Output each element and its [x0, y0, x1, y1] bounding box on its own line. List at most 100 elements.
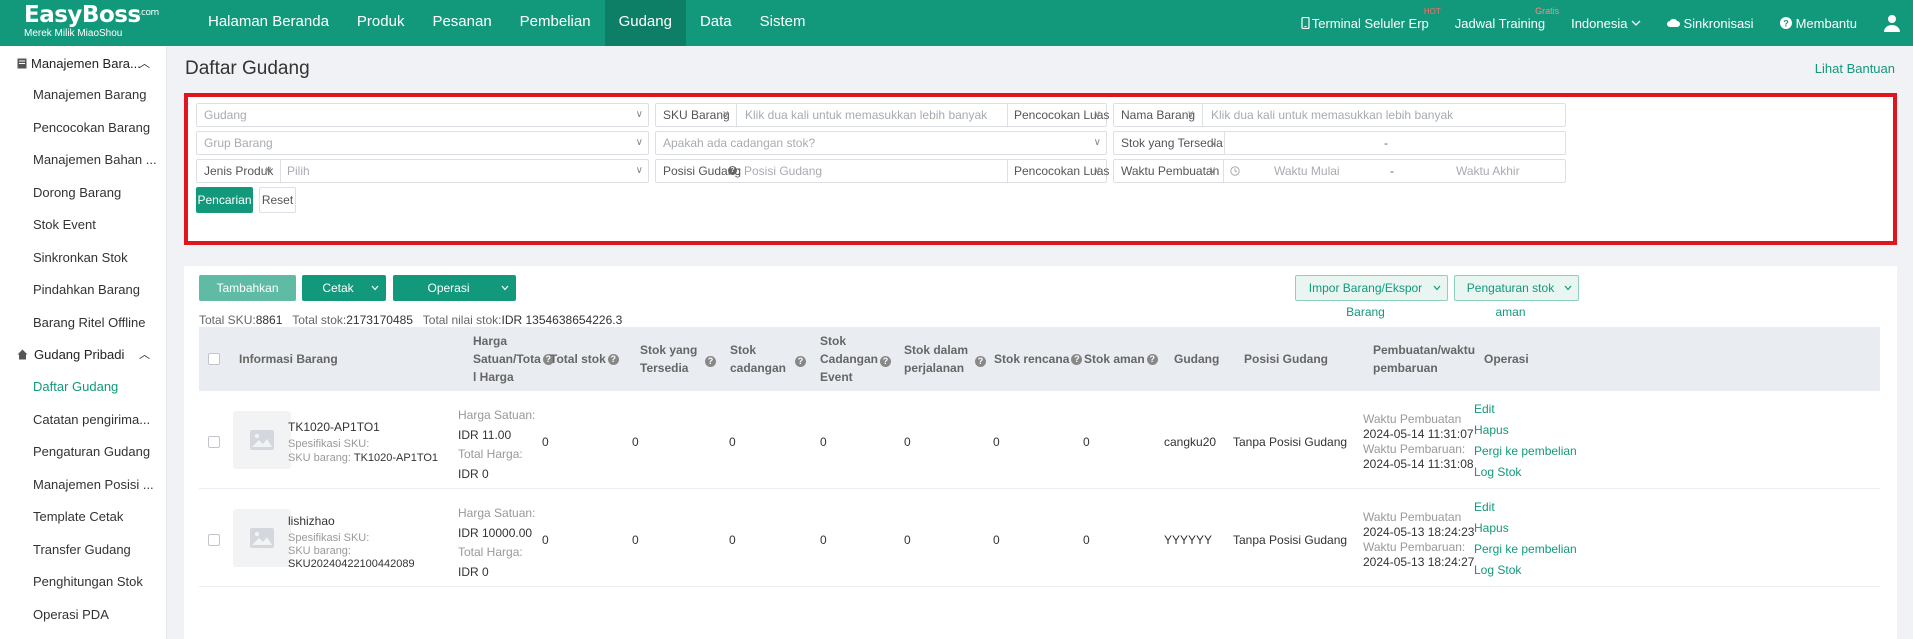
stock-log-link[interactable]: Log Stok: [1474, 462, 1521, 482]
logo[interactable]: EasyBoss.com Merek Milik MiaoShou: [24, 3, 161, 40]
divider: [1007, 104, 1008, 126]
question-circle-icon[interactable]: ?: [728, 166, 737, 175]
product-group-select[interactable]: Grup Barang ∨: [196, 131, 649, 155]
end-time-input[interactable]: Waktu Akhir: [1456, 160, 1520, 182]
edit-link[interactable]: Edit: [1474, 497, 1495, 517]
edit-link[interactable]: Edit: [1474, 399, 1495, 419]
sidebar-item-product-matching[interactable]: Pencocokan Barang: [0, 112, 166, 145]
name-type-select[interactable]: Nama Barang: [1121, 104, 1195, 126]
sidebar-item-offline-retail[interactable]: Barang Ritel Offline: [0, 307, 166, 340]
sku-input[interactable]: Klik dua kali untuk memasukkan lebih ban…: [745, 104, 987, 126]
sidebar-item-pda-operation[interactable]: Operasi PDA: [0, 599, 166, 632]
sidebar-item-stock-count[interactable]: Penghitungan Stok: [0, 566, 166, 599]
training-link[interactable]: Jadwal Training Gratis: [1455, 6, 1559, 31]
date-separator: -: [1390, 164, 1394, 178]
chevron-down-icon: ∨: [1209, 165, 1217, 176]
warehouse-select[interactable]: Gudang ∨: [196, 103, 649, 127]
help-menu[interactable]: ? Membantu: [1779, 16, 1857, 31]
header-operations: Operasi: [1484, 352, 1529, 366]
sidebar-item-warehouse-list[interactable]: Daftar Gudang: [0, 371, 166, 404]
sidebar-item-print-template[interactable]: Template Cetak: [0, 501, 166, 534]
select-all-checkbox[interactable]: [208, 353, 220, 365]
chevron-down-icon: [1632, 20, 1641, 26]
search-button[interactable]: Pencarian: [196, 187, 253, 213]
stock-log-link[interactable]: Log Stok: [1474, 560, 1521, 580]
sidebar-item-sync-stock[interactable]: Sinkronkan Stok: [0, 242, 166, 275]
brand-name: EasyBoss: [24, 2, 141, 28]
product-type-select[interactable]: Pilih: [287, 160, 310, 182]
total-value-label: Total nilai stok:: [422, 313, 502, 327]
chevron-down-icon: [1564, 285, 1572, 291]
row-checkbox[interactable]: [208, 534, 220, 546]
product-image: [233, 411, 291, 469]
question-circle-icon[interactable]: ?: [607, 354, 619, 366]
nav-system[interactable]: Sistem: [746, 0, 820, 46]
question-circle-icon[interactable]: ?: [1146, 354, 1158, 366]
import-export-button[interactable]: Impor Barang/Ekspor Barang: [1295, 275, 1448, 319]
nav-data[interactable]: Data: [686, 0, 746, 46]
position-input[interactable]: Posisi Gudang: [744, 160, 822, 182]
language-selector[interactable]: Indonesia: [1571, 16, 1641, 31]
nav-warehouse[interactable]: Gudang: [604, 0, 686, 46]
brand-tagline: Merek Milik MiaoShou: [24, 28, 123, 39]
brand-sup: .com: [138, 8, 160, 18]
header-reserved-line2: cadangan: [730, 361, 787, 375]
sync-link[interactable]: Sinkronisasi: [1667, 16, 1754, 31]
language-label: Indonesia: [1571, 15, 1628, 31]
question-circle-icon[interactable]: ?: [880, 356, 891, 367]
available-stock: 0: [632, 435, 639, 449]
nav-purchases[interactable]: Pembelian: [506, 0, 605, 46]
more-operations-button[interactable]: Operasi Selengkapnya: [393, 275, 516, 319]
sidebar-item-move-product[interactable]: Pindahkan Barang: [0, 274, 166, 307]
sidebar-group-product-management[interactable]: Manajemen Bara... ︿: [0, 49, 166, 79]
row-checkbox[interactable]: [208, 436, 220, 448]
total-price: IDR 0: [458, 565, 489, 579]
top-bar: EasyBoss.com Merek Milik MiaoShou Halama…: [0, 0, 1913, 46]
sku-value: TK1020-AP1TO1: [353, 452, 439, 464]
header-total-stock: Total stok?: [550, 350, 619, 368]
question-circle-icon: ?: [1779, 17, 1792, 29]
unit-price: IDR 10000.00: [458, 526, 533, 540]
chevron-down-icon: ∨: [1210, 137, 1218, 148]
sidebar-item-push-product[interactable]: Dorong Barang: [0, 177, 166, 210]
sidebar-item-material-management[interactable]: Manajemen Bahan ...: [0, 144, 166, 177]
sku-type-select[interactable]: SKU Barang: [663, 104, 730, 126]
add-product-button[interactable]: Tambahkan Barang: [199, 275, 296, 319]
product-sku: SKU barang: TK1020-AP1TO1: [288, 448, 438, 468]
delete-link[interactable]: Hapus: [1474, 420, 1509, 440]
sidebar-item-shipment-records[interactable]: Catatan pengirima...: [0, 404, 166, 437]
start-time-input[interactable]: Waktu Mulai: [1274, 160, 1340, 182]
unit-price-label: Harga Satuan:: [458, 506, 536, 520]
chevron-down-icon: [501, 285, 509, 291]
created-time-filter-group: Waktu Pembuatan ∨ Waktu Mulai - Waktu Ak…: [1113, 159, 1566, 183]
name-input[interactable]: Klik dua kali untuk memasukkan lebih ban…: [1211, 104, 1453, 126]
time-type-select[interactable]: Waktu Pembuatan: [1121, 160, 1219, 182]
go-to-purchase-link[interactable]: Pergi ke pembelian: [1474, 539, 1577, 559]
sidebar-item-event-stock[interactable]: Stok Event: [0, 209, 166, 242]
table-panel: Tambahkan Barang Cetak Massal Operasi Se…: [184, 266, 1897, 639]
sidebar-item-position-management[interactable]: Manajemen Posisi ...: [0, 469, 166, 502]
delete-link[interactable]: Hapus: [1474, 518, 1509, 538]
nav-products[interactable]: Produk: [343, 0, 419, 46]
mobile-terminal-link[interactable]: Terminal Seluler Erp HOT: [1301, 7, 1441, 31]
stock-type-select[interactable]: Stok yang Tersedia: [1121, 132, 1223, 154]
reset-button[interactable]: Reset: [259, 187, 296, 213]
question-circle-icon[interactable]: ?: [975, 356, 986, 367]
sidebar-item-warehouse-settings[interactable]: Pengaturan Gudang: [0, 436, 166, 469]
warehouse-placeholder: Gudang: [204, 108, 247, 122]
question-circle-icon[interactable]: ?: [1071, 354, 1083, 366]
nav-orders[interactable]: Pesanan: [418, 0, 505, 46]
sidebar-group-private-warehouse[interactable]: Gudang Pribadi ︿: [0, 339, 166, 371]
nav-home[interactable]: Halaman Beranda: [194, 0, 343, 46]
reserve-stock-select[interactable]: Apakah ada cadangan stok? ∨: [655, 131, 1107, 155]
question-circle-icon[interactable]: ?: [705, 356, 716, 367]
help-link[interactable]: Lihat Bantuan: [1815, 61, 1895, 76]
user-avatar[interactable]: [1883, 14, 1901, 32]
sidebar-item-warehouse-transfer[interactable]: Transfer Gudang: [0, 534, 166, 567]
go-to-purchase-link[interactable]: Pergi ke pembelian: [1474, 441, 1577, 461]
question-circle-icon[interactable]: ?: [795, 356, 806, 367]
sidebar-item-product-management[interactable]: Manajemen Barang: [0, 79, 166, 112]
mobile-terminal-label: Terminal Seluler Erp: [1311, 15, 1429, 31]
bulk-print-button[interactable]: Cetak Massal: [302, 275, 386, 319]
safe-stock-settings-button[interactable]: Pengaturan stok aman: [1454, 275, 1579, 319]
